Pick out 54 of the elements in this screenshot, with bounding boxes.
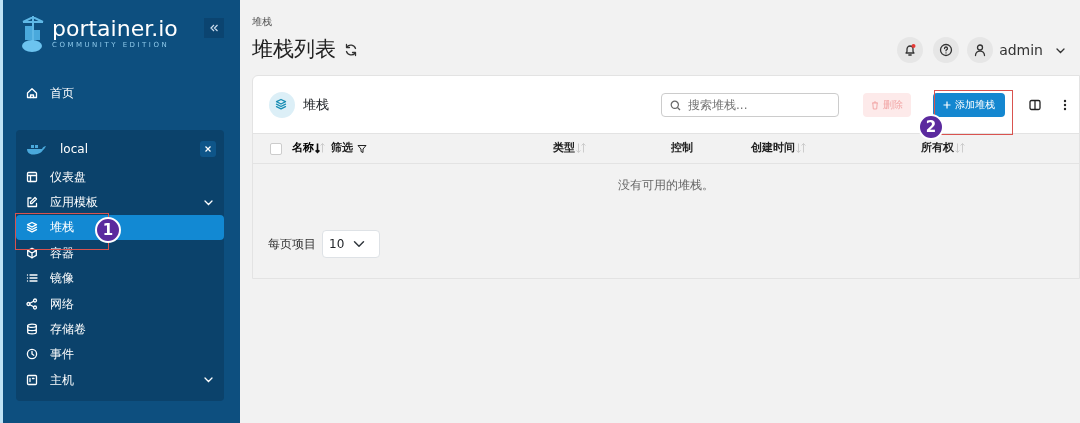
layers-icon bbox=[269, 91, 295, 118]
dashboard-icon bbox=[26, 170, 38, 183]
card-title: 堆栈 bbox=[303, 95, 329, 114]
refresh-icon[interactable] bbox=[344, 43, 358, 57]
collapse-button[interactable] bbox=[204, 18, 224, 38]
clock-icon bbox=[26, 348, 38, 361]
sidebar-item[interactable]: 仪表盘 bbox=[16, 164, 224, 190]
edit-icon bbox=[26, 196, 38, 209]
empty-message: 没有可用的堆栈。 bbox=[618, 178, 714, 192]
sortable-column-header[interactable]: 创建时间 bbox=[751, 140, 806, 157]
more-icon[interactable] bbox=[1063, 98, 1067, 111]
sortable-column-header[interactable]: 名称 bbox=[292, 140, 325, 157]
columns-icon[interactable] bbox=[1029, 98, 1041, 111]
sidebar-item[interactable]: 应用模板 bbox=[16, 189, 224, 215]
user-icon bbox=[973, 43, 988, 57]
add-stack-button[interactable]: 添加堆栈 bbox=[933, 92, 1005, 117]
plus-icon bbox=[943, 100, 951, 109]
filter-icon bbox=[357, 143, 367, 154]
page-size-select[interactable]: 10 bbox=[322, 230, 380, 258]
filter-button[interactable]: 筛选 bbox=[331, 140, 367, 157]
search-icon bbox=[670, 99, 681, 111]
page-size-label: 每页项目 bbox=[268, 236, 316, 253]
environment-name: local bbox=[60, 141, 88, 158]
sortable-column-header[interactable]: 所有权 bbox=[921, 140, 965, 157]
search-field[interactable]: 搜索堆栈... bbox=[661, 92, 839, 117]
close-button[interactable] bbox=[200, 141, 216, 157]
page-title: 堆栈列表 bbox=[252, 37, 336, 63]
logo-icon bbox=[20, 14, 46, 54]
notification-button[interactable] bbox=[897, 37, 924, 63]
checkbox[interactable] bbox=[270, 142, 282, 155]
user-menu[interactable]: admin bbox=[967, 37, 1066, 63]
list-icon bbox=[26, 272, 38, 285]
close-icon bbox=[204, 145, 212, 153]
sidebar-item[interactable]: 网络 bbox=[16, 290, 224, 317]
cube-icon bbox=[26, 246, 38, 259]
home-icon bbox=[26, 87, 38, 99]
column-header: 控制 bbox=[671, 140, 693, 157]
sidebar-item[interactable]: 存储卷 bbox=[16, 316, 224, 342]
share-icon bbox=[26, 297, 38, 310]
trash-icon bbox=[871, 100, 879, 110]
help-icon bbox=[939, 43, 954, 57]
sidebar-item[interactable]: 镜像 bbox=[16, 265, 224, 291]
sortable-column-header[interactable]: 类型 bbox=[553, 140, 586, 157]
whale-icon bbox=[26, 143, 46, 155]
logo-text: portainer.io bbox=[52, 17, 178, 40]
chevrons-left-icon bbox=[209, 22, 219, 33]
breadcrumb: 堆栈 bbox=[252, 15, 273, 29]
sidebar-item[interactable]: 事件 bbox=[16, 341, 224, 368]
help-button[interactable] bbox=[933, 37, 960, 63]
server-icon bbox=[26, 373, 38, 386]
database-icon bbox=[26, 323, 38, 336]
layers-icon bbox=[26, 221, 38, 234]
sidebar-item[interactable]: 主机 bbox=[16, 367, 224, 393]
home-link[interactable]: 首页 bbox=[16, 82, 224, 104]
